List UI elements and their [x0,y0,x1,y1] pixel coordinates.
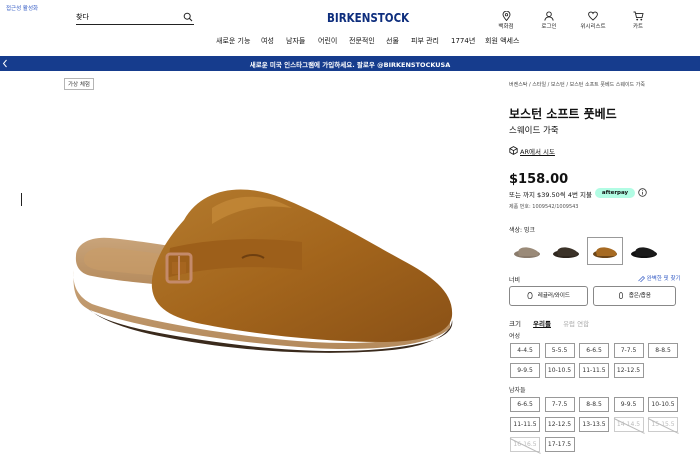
wishlist-label: 위시리스트 [580,24,606,30]
breadcrumb[interactable]: 버켄스탁 / 스타일 / 보스턴 / 보스턴 소프트 풋베드 스웨이드 가죽 [509,81,645,88]
cart-button[interactable]: 카트 [618,11,658,30]
size-option[interactable]: 12-12.5 [544,417,575,432]
size-option[interactable]: 9-9.5 [613,397,644,412]
product-subtitle: 스웨이드 가죽 [509,126,559,136]
width-narrow-label: 좁은/좁음 [628,293,651,299]
size-option[interactable]: 7-7.5 [544,397,575,412]
nav-item-men[interactable]: 남자들 [286,36,305,46]
size-option[interactable]: 7-7.5 [613,343,644,358]
tab-eu[interactable]: 유럽 연합 [563,320,589,328]
size-option[interactable]: 11-11.5 [579,363,609,378]
width-label: 너비 [509,277,521,284]
product-title: 보스턴 소프트 풋베드 [509,107,617,121]
tab-us[interactable]: 우리를 [533,320,551,328]
installment-text: 또는 까지 $39.50씩 4번 지불 [509,191,592,199]
size-option[interactable]: 10-10.5 [648,397,678,412]
size-option[interactable]: 17-17.5 [544,437,575,452]
nav-item-1774[interactable]: 1774년 [451,36,475,46]
size-option[interactable]: 15-15.5 [648,417,678,432]
try-in-ar-label: AR에서 시도 [520,148,555,156]
foot-wide-icon [527,291,533,299]
banner-text[interactable]: 새로운 미국 인스타그램에 가입하세요. 팔로우 @BIRKENSTOCKUSA [0,59,700,69]
login-label: 로그인 [541,24,557,30]
promo-banner: 새로운 미국 인스타그램에 가입하세요. 팔로우 @BIRKENSTOCKUSA [0,56,700,71]
women-size-label: 여성 [509,333,521,340]
swatch-black-image [631,247,657,258]
heart-icon [588,11,598,21]
nav-item-kids[interactable]: 어린이 [318,36,337,46]
product-number: 제품 번호: 1009542/1009543 [509,204,579,210]
swatch-taupe-image [514,247,540,258]
size-option[interactable]: 6-6.5 [510,397,540,412]
width-narrow-button[interactable]: 좁은/좁음 [593,286,676,306]
product-price: $158.00 [509,172,569,187]
cart-label: 카트 [632,24,644,30]
wishlist-button[interactable]: 위시리스트 [573,11,613,30]
swatch-mink-image [593,247,617,258]
ar-cube-icon [509,146,518,155]
size-option[interactable]: 4-4.5 [510,343,540,358]
try-in-ar-link[interactable]: AR에서 시도 [509,146,555,156]
login-button[interactable]: 로그인 [529,11,569,30]
cart-icon [633,11,644,21]
size-option[interactable]: 9-9.5 [510,363,540,378]
size-option[interactable]: 14-14.5 [613,417,644,432]
size-option[interactable]: 8-8.5 [579,397,609,412]
nav-item-gifts[interactable]: 선물 [386,36,399,46]
find-fit-link[interactable]: 완벽한 핏 찾기 [638,274,681,283]
width-regular-button[interactable]: 레귤러/와이드 [509,286,588,306]
swatch-black-brown-image [553,247,579,258]
swatch-black-brown[interactable] [548,237,584,265]
location-icon [502,11,510,21]
size-option[interactable]: 5-5.5 [544,343,575,358]
store-locator-button[interactable]: 백화점 [486,11,526,30]
width-regular-label: 레귤러/와이드 [537,293,570,299]
header-icons: 백화점 로그인 위시리스트 카트 [0,11,700,31]
find-fit-label: 완벽한 핏 찾기 [646,276,681,282]
ruler-icon [638,275,645,283]
swatch-mink[interactable] [587,237,623,265]
size-option[interactable]: 12-12.5 [613,363,644,378]
store-locator-label: 백화점 [498,24,514,30]
size-system-tabs: 크기 우리를 유럽 연합 [509,318,599,328]
foot-narrow-icon [619,291,624,299]
size-option[interactable]: 11-11.5 [510,417,540,432]
nav-item-new[interactable]: 새로운 기능 [216,36,250,46]
men-size-label: 남자들 [509,387,526,394]
nav-item-skincare[interactable]: 피부 관리 [411,36,439,46]
tab-size[interactable]: 크기 [509,320,521,328]
size-option[interactable]: 8-8.5 [648,343,678,358]
nav-item-member-access[interactable]: 회원 액세스 [485,36,519,46]
size-option[interactable]: 16-16.5 [510,437,540,452]
nav-item-professional[interactable]: 전문적인 [349,36,375,46]
size-option[interactable]: 13-13.5 [579,417,609,432]
main-nav: 새로운 기능 여성 남자들 어린이 전문적인 선물 피부 관리 1774년 회원… [0,36,700,48]
color-label: 색상: 밍크 [509,227,536,234]
size-option[interactable]: 10-10.5 [544,363,575,378]
gallery-scroll-indicator[interactable] [21,193,22,206]
swatch-black[interactable] [626,237,662,265]
nav-item-women[interactable]: 여성 [261,36,274,46]
user-icon [544,11,554,21]
virtual-try-on-tag[interactable]: 가상 체험 [64,78,94,90]
info-icon[interactable] [638,188,647,197]
swatch-taupe[interactable] [509,237,545,265]
size-option[interactable]: 6-6.5 [579,343,609,358]
product-image [73,189,453,353]
afterpay-badge[interactable]: afterpay [595,188,635,198]
